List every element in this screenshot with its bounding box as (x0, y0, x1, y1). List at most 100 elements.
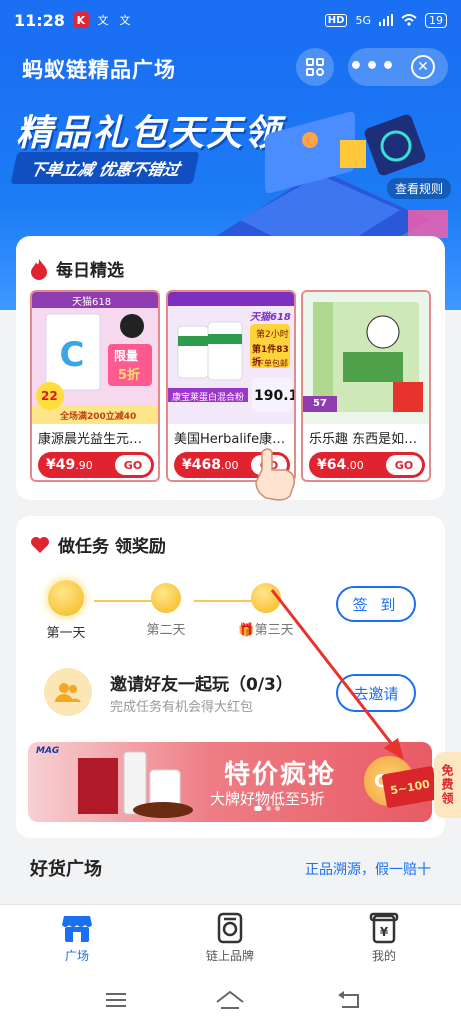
product-card[interactable]: 57 乐乐趣 东西是如… ¥64.00 GO (301, 290, 431, 482)
go-button[interactable]: GO (251, 455, 287, 475)
currency-symbol: ¥ (182, 457, 192, 473)
mini-app-capsule: ••• ✕ (348, 48, 448, 86)
page-title: 蚂蚁链精品广场 (22, 58, 176, 82)
svg-text:C: C (60, 335, 85, 375)
buy-button[interactable]: ¥64.00 GO (309, 452, 425, 478)
menu-icon (106, 993, 126, 1007)
menu-nav-button[interactable] (96, 986, 136, 1014)
step-day-3: 🎁第三天 (236, 580, 296, 638)
heart-icon (31, 536, 49, 553)
product-badge-price: 57 (313, 398, 327, 409)
product-badge-price: 190.1 (254, 388, 296, 404)
coin-icon (48, 580, 84, 616)
price-decimal: .90 (75, 459, 93, 472)
status-time: 11:28 (14, 10, 65, 30)
product-subtitle: 康宝莱蛋白混合粉 (172, 393, 245, 403)
profile-icon: ¥ (367, 911, 401, 945)
app-k-icon: K (72, 12, 89, 28)
gift-icon: 🎁 (238, 623, 255, 638)
invite-task: 邀请好友一起玩（0/3） 完成任务有机会得大红包 去邀请 (44, 666, 424, 718)
product-badge-3: 下单包邮 (256, 359, 288, 368)
coin-icon (151, 583, 181, 613)
friends-icon (44, 668, 92, 716)
tab-plaza[interactable]: 广场 (32, 911, 122, 964)
section-title: 好货广场 (30, 859, 102, 880)
signin-steps: 第一天 第二天 🎁第三天 (36, 580, 316, 650)
close-icon: ✕ (411, 55, 435, 79)
price-decimal: .00 (346, 459, 364, 472)
app-wen-icon: 文 (97, 14, 109, 27)
step-label: 第一天 (46, 626, 86, 641)
buy-button[interactable]: ¥468.00 GO (174, 452, 290, 478)
daily-picks-title: 每日精选 (56, 261, 124, 281)
promo-products-image (78, 751, 193, 818)
floating-coupon[interactable]: 5~100 免费领 (380, 748, 461, 818)
coupon-amount: 5~100 (381, 765, 439, 809)
invite-title: 邀请好友一起玩（0/3） (110, 675, 293, 695)
flame-icon (31, 258, 47, 280)
go-button[interactable]: GO (115, 455, 151, 475)
product-name: 美国Herbalife康… (174, 432, 286, 447)
price-decimal: .00 (220, 459, 239, 472)
product-promo-label-2: 5折 (118, 368, 141, 383)
back-icon (338, 991, 359, 1008)
status-right: HD 5G 19 (324, 12, 447, 28)
carousel-dots (254, 806, 280, 811)
product-card[interactable]: C 天猫618 限量 5折 22 全场满200立减40 康源晨光益生元… ¥49… (30, 290, 160, 482)
daily-picks-card: 每日精选 C 天猫618 限量 5折 22 全场满200立减40 康源晨光益生元… (16, 236, 445, 500)
product-name: 康源晨光益生元… (38, 432, 143, 447)
daily-picks-heading: 每日精选 (30, 256, 124, 281)
store-icon (60, 911, 94, 945)
price-integer: 64 (326, 457, 347, 473)
home-nav-button[interactable] (210, 986, 250, 1014)
tab-label: 我的 (371, 949, 396, 963)
product-badge: 第2小时 (256, 330, 289, 340)
price-integer: 468 (191, 457, 221, 473)
rules-link[interactable]: 查看规则 (386, 178, 451, 199)
signal-5g-icon: 5G (355, 13, 371, 27)
tab-mine[interactable]: ¥ 我的 (339, 911, 429, 964)
task-heading: 做任务 领奖励 (30, 532, 166, 557)
invite-button[interactable]: 去邀请 (336, 674, 416, 712)
hd-icon: HD (324, 13, 348, 27)
currency-symbol: ¥ (317, 457, 327, 473)
buy-button[interactable]: ¥49.90 GO (38, 452, 154, 478)
product-image: C (32, 292, 158, 424)
product-coupon-text: 全场满200立减40 (60, 412, 137, 422)
promo-banner[interactable]: MAG 特价疯抢 大牌好物低至5折 GO (28, 742, 432, 822)
task-title: 做任务 领奖励 (58, 537, 166, 557)
tab-bar: 广场 链上品牌 ¥ 我的 (0, 904, 461, 976)
signal-bars-icon (379, 14, 393, 26)
price-integer: 49 (55, 457, 76, 473)
tab-brands[interactable]: 链上品牌 (185, 911, 275, 964)
currency-symbol: ¥ (46, 457, 56, 473)
promo-logo: MAG (36, 746, 60, 756)
back-nav-button[interactable] (330, 986, 370, 1014)
product-tag: 天猫618 (72, 297, 112, 308)
step-label: 第二天 (146, 623, 186, 638)
section-subtitle[interactable]: 正品溯源，假一赔十 (305, 859, 431, 879)
product-price: ¥49.90 (46, 457, 93, 473)
close-button[interactable]: ✕ (398, 55, 448, 79)
product-promo-label: 限量 (114, 349, 139, 363)
wifi-icon (401, 14, 417, 26)
tab-label: 广场 (64, 949, 89, 963)
go-button[interactable]: GO (386, 455, 422, 475)
product-tag: 天猫618 (250, 312, 291, 323)
more-button[interactable]: ••• (348, 48, 398, 86)
status-app-icons: K 文 文 (72, 12, 133, 28)
app-wen-icon-2: 文 (119, 14, 131, 27)
step-label: 🎁第三天 (236, 619, 296, 638)
coupon-side-label: 免费领 (434, 752, 461, 818)
invite-subtitle: 完成任务有机会得大红包 (110, 700, 254, 715)
step-day-1: 第一天 (36, 580, 96, 641)
scan-button[interactable] (296, 48, 334, 86)
product-price: ¥64.00 (317, 457, 364, 473)
product-card[interactable]: 天猫618 第2小时 第1件83折 下单包邮 康宝莱蛋白混合粉 190.1 美国… (166, 290, 296, 482)
tab-label: 链上品牌 (205, 949, 254, 963)
product-percent: 22 (41, 389, 58, 403)
coin-icon (251, 583, 281, 613)
signin-button[interactable]: 签 到 (336, 586, 416, 622)
product-name: 乐乐趣 东西是如… (309, 432, 418, 447)
brand-icon (213, 911, 247, 945)
